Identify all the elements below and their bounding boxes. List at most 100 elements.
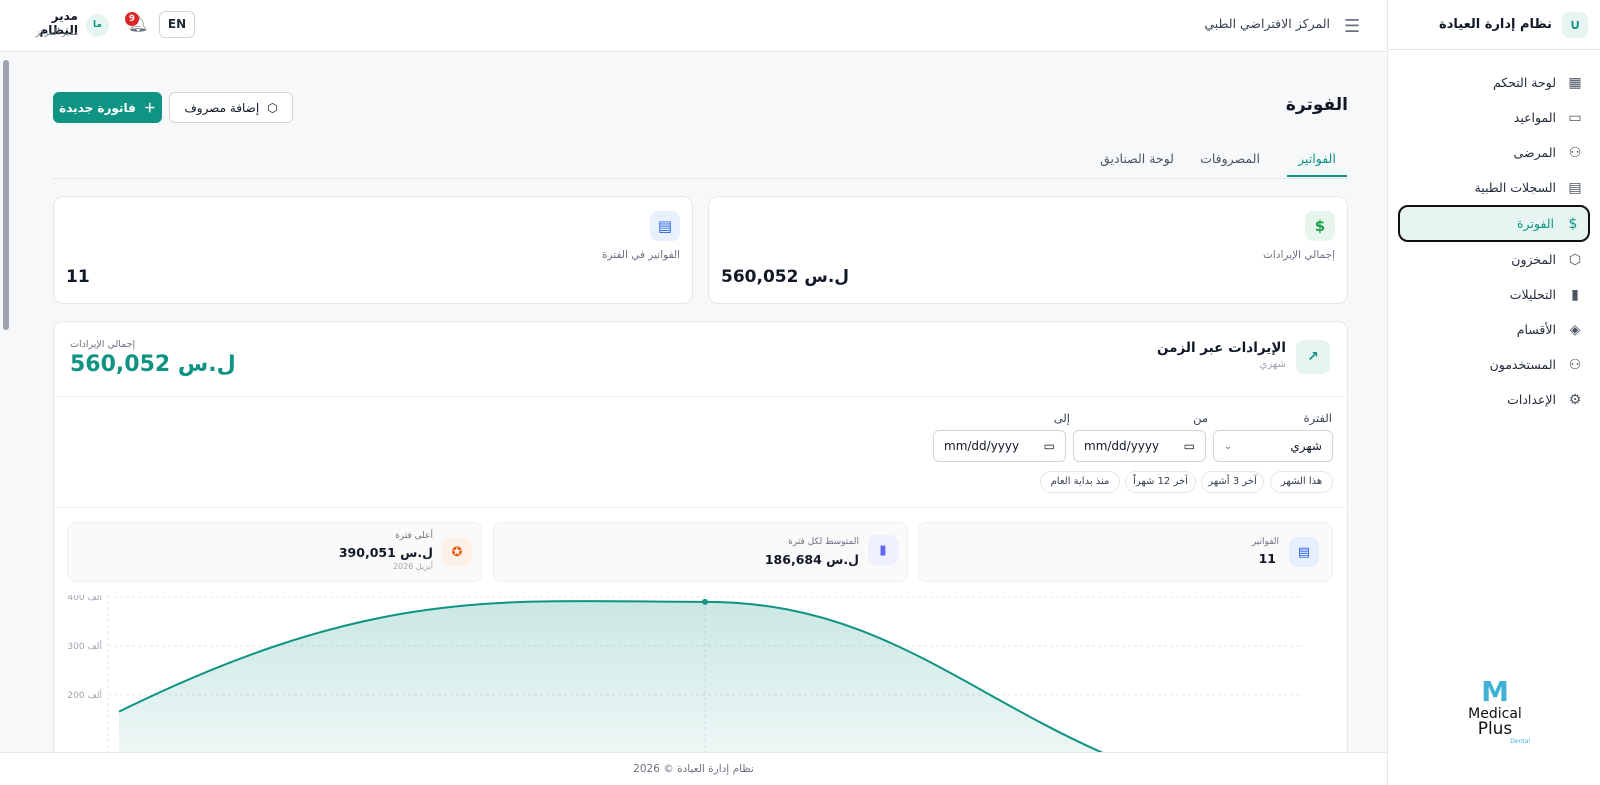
from-label: من bbox=[1193, 411, 1208, 425]
revenue-stat-label: إجمالي الإيرادات bbox=[1263, 249, 1335, 261]
sidebar-item-file[interactable]: ▤ السجلات الطبية bbox=[1398, 170, 1590, 205]
brand-title: نظام إدارة العيادة bbox=[1439, 17, 1552, 32]
sidebar-item-bar-chart[interactable]: ▮ التحليلات bbox=[1398, 277, 1590, 312]
center-name: المركز الافتراضي الطبي bbox=[1204, 16, 1330, 31]
top-header: ☰ المركز الافتراضي الطبي EN 🔔︎ 9 ما مدير… bbox=[0, 0, 1387, 52]
logo-text-plus: Plus bbox=[1477, 719, 1513, 739]
sidebar-item-user-group[interactable]: ⚇ المستخدمون bbox=[1398, 347, 1590, 382]
page-title: الفوترة bbox=[1285, 95, 1348, 115]
divider bbox=[54, 396, 1347, 397]
sidebar-item-label: المخزون bbox=[1511, 252, 1556, 267]
sidebar: ∪ نظام إدارة العيادة ▦ لوحة التحكم ▭ المواع… bbox=[1387, 0, 1600, 785]
notification-badge: 9 bbox=[125, 12, 139, 26]
add-expense-button[interactable]: ⬡ إضافة مصروف bbox=[169, 92, 293, 123]
tab-cashboxes[interactable]: لوحة الصناديق bbox=[1092, 151, 1182, 166]
logo-text-dental: Dental bbox=[1510, 738, 1530, 745]
calendar-icon: ▭ bbox=[1043, 439, 1055, 453]
new-invoice-button[interactable]: ＋ فاتورة جديدة bbox=[53, 92, 162, 123]
chip-last-12-months[interactable]: آخر 12 شهراً bbox=[1125, 471, 1196, 493]
language-toggle-button[interactable]: EN bbox=[159, 11, 195, 38]
from-date-input[interactable]: mm/dd/yyyy ▭ bbox=[1073, 430, 1206, 462]
mini-top-sub: أبريل 2026 bbox=[392, 562, 433, 571]
user-group-icon: ⚇ bbox=[1568, 356, 1582, 373]
chart-title: الإيرادات عبر الزمن bbox=[1156, 340, 1286, 356]
sidebar-item-box[interactable]: ⬡ المخزون bbox=[1398, 242, 1590, 277]
sidebar-item-layers[interactable]: ◈ الأقسام bbox=[1398, 312, 1590, 347]
invoices-stat-value: 11 bbox=[66, 267, 90, 287]
billing-icon: $ bbox=[1568, 215, 1578, 232]
y-tick-label: 300 ألف bbox=[67, 640, 102, 652]
sidebar-item-dashboard[interactable]: ▦ لوحة التحكم bbox=[1398, 65, 1590, 100]
sidebar-item-billing[interactable]: $ الفوترة bbox=[1398, 205, 1590, 242]
period-select-value: شهري bbox=[1290, 439, 1322, 453]
invoices-stat-label: الفواتير في الفترة bbox=[602, 249, 680, 261]
trending-up-icon: ↗ bbox=[1296, 340, 1330, 374]
mini-invoices-card: ▤ الفواتير 11 bbox=[918, 522, 1333, 582]
to-date-input[interactable]: mm/dd/yyyy ▭ bbox=[933, 430, 1066, 462]
y-tick-label: 200 ألف bbox=[67, 689, 102, 701]
settings-icon: ⚙ bbox=[1568, 391, 1582, 408]
users-icon: ⚇ bbox=[1568, 144, 1582, 161]
sidebar-item-users[interactable]: ⚇ المرضى bbox=[1398, 135, 1590, 170]
mini-average-value: 186,684 ل.س bbox=[764, 552, 859, 567]
from-date-placeholder: mm/dd/yyyy bbox=[1084, 439, 1160, 453]
revenue-stat-card: $ إجمالي الإيرادات 560,052 ل.س bbox=[708, 196, 1348, 304]
chip-this-month[interactable]: هذا الشهر bbox=[1270, 471, 1333, 493]
mini-top-period-card: ✪ أعلى فترة 390,051 ل.س أبريل 2026 bbox=[67, 522, 482, 582]
calendar-icon: ▭ bbox=[1568, 109, 1582, 126]
divider bbox=[54, 507, 1347, 508]
chevron-down-icon: ⌄ bbox=[1224, 440, 1233, 452]
sidebar-item-label: الإعدادات bbox=[1507, 392, 1556, 407]
medical-plus-logo: M Medical Plus Dental bbox=[1460, 675, 1530, 746]
revenue-area-chart: 200 ألف 300 ألف 400 ألف bbox=[67, 595, 1303, 752]
sidebar-item-label: السجلات الطبية bbox=[1474, 180, 1556, 195]
package-icon: ⬡ bbox=[267, 100, 278, 115]
sidebar-nav: ▦ لوحة التحكم ▭ المواعيد ⚇ المرضى ▤ السجلات الط… bbox=[1388, 50, 1600, 417]
sidebar-item-label: لوحة التحكم bbox=[1492, 75, 1556, 90]
avatar[interactable]: ما bbox=[86, 14, 109, 37]
chip-last-3-months[interactable]: آخر 3 أشهر bbox=[1201, 471, 1264, 493]
calendar-icon: ▭ bbox=[1183, 439, 1195, 453]
menu-icon[interactable]: ☰ bbox=[1344, 16, 1360, 37]
mini-average-label: المتوسط لكل فترة bbox=[788, 537, 859, 547]
new-invoice-label: فاتورة جديدة bbox=[59, 100, 136, 115]
file-icon: ▤ bbox=[1568, 179, 1582, 196]
mini-top-value: 390,051 ل.س bbox=[338, 545, 433, 560]
sidebar-item-label: الأقسام bbox=[1516, 322, 1556, 337]
chip-year-to-date[interactable]: منذ بداية العام bbox=[1040, 471, 1120, 493]
period-select[interactable]: ⌄ شهري bbox=[1213, 430, 1333, 462]
brand: ∪ نظام إدارة العيادة bbox=[1388, 0, 1600, 50]
billing-tabs: الفواتير المصروفات لوحة الصناديق bbox=[52, 142, 1348, 179]
area-fill bbox=[119, 601, 1254, 752]
mini-top-label: أعلى فترة bbox=[395, 531, 433, 541]
mini-invoices-value: 11 bbox=[1258, 551, 1276, 566]
sidebar-item-calendar[interactable]: ▭ المواعيد bbox=[1398, 100, 1590, 135]
sidebar-item-label: الفوترة bbox=[1517, 216, 1554, 231]
plus-icon: ＋ bbox=[143, 101, 156, 115]
total-revenue-value: 560,052 ل.س bbox=[70, 352, 236, 377]
document-icon: ▤ bbox=[1289, 537, 1319, 567]
total-revenue-label: إجمالي الإيرادات bbox=[70, 339, 136, 350]
period-label: الفترة bbox=[1303, 411, 1332, 425]
tab-expenses[interactable]: المصروفات bbox=[1190, 151, 1270, 166]
sidebar-item-settings[interactable]: ⚙ الإعدادات bbox=[1398, 382, 1590, 417]
to-date-placeholder: mm/dd/yyyy bbox=[944, 439, 1020, 453]
tab-invoices[interactable]: الفواتير bbox=[1287, 151, 1347, 177]
mini-invoices-label: الفواتير bbox=[1251, 537, 1279, 547]
chart-subtitle: شهري bbox=[1259, 359, 1286, 370]
sidebar-item-label: التحليلات bbox=[1509, 287, 1556, 302]
footer: نظام إدارة العيادة © 2026 bbox=[0, 752, 1387, 785]
to-label: إلى bbox=[1053, 411, 1070, 425]
sidebar-item-label: المرضى bbox=[1513, 145, 1556, 160]
award-icon: ✪ bbox=[442, 537, 472, 567]
logo-mark-icon: M bbox=[1481, 675, 1509, 708]
stethoscope-icon: ∪ bbox=[1562, 11, 1588, 38]
data-point[interactable] bbox=[702, 598, 708, 605]
dollar-icon: $ bbox=[1305, 211, 1335, 241]
mini-average-card: ▮ المتوسط لكل فترة 186,684 ل.س bbox=[493, 522, 908, 582]
scrollbar[interactable] bbox=[3, 60, 9, 330]
add-expense-label: إضافة مصروف bbox=[184, 100, 260, 115]
layers-icon: ◈ bbox=[1569, 321, 1581, 338]
box-icon: ⬡ bbox=[1568, 251, 1582, 268]
bar-chart-icon: ▮ bbox=[1571, 286, 1579, 303]
